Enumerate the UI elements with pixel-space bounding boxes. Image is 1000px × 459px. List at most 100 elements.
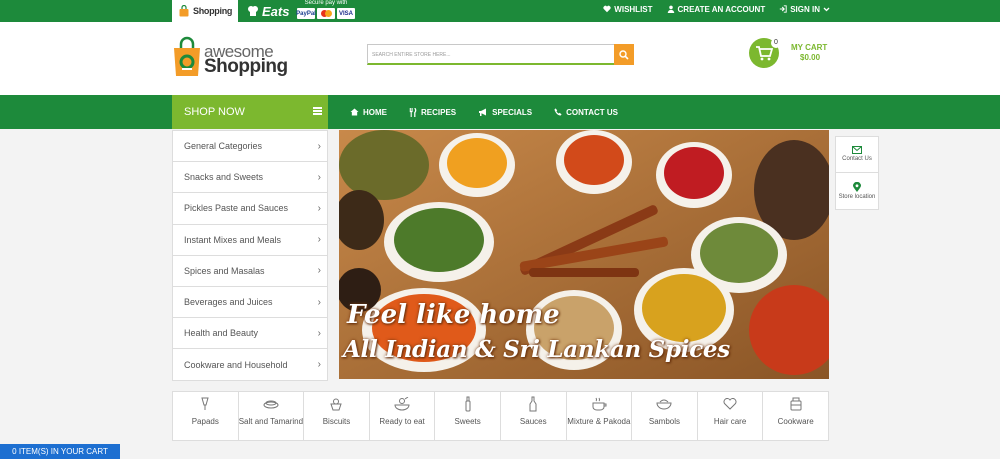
banner-subheadline: All Indian & Sri Lankan Spices <box>343 336 730 363</box>
chevron-right-icon: › <box>317 202 321 214</box>
category-item[interactable]: Health and Beauty › <box>173 318 327 350</box>
category-item[interactable]: Instant Mixes and Meals › <box>173 225 327 256</box>
category-label: Cookware and Household <box>184 359 288 370</box>
store-location-widget-label: Store location <box>838 193 876 200</box>
logo-text-shopping: Shopping <box>204 56 288 77</box>
tile-papads[interactable]: Papads <box>173 392 239 440</box>
heart-icon <box>603 5 611 13</box>
tile-sauces[interactable]: Sauces <box>501 392 567 440</box>
tab-eats[interactable]: Eats <box>246 0 289 22</box>
sweets-icon <box>465 396 471 412</box>
tab-shopping-label: Shopping <box>193 6 233 16</box>
tile-label: Sauces <box>519 417 547 426</box>
tile-label: Ready to eat <box>379 417 425 426</box>
secure-pay-text: Secure pay with <box>304 0 348 6</box>
chevron-right-icon: › <box>317 296 321 308</box>
chevron-right-icon: › <box>317 171 321 183</box>
chevron-right-icon: › <box>317 359 321 371</box>
tile-sambols[interactable]: Sambols <box>632 392 698 440</box>
wishlist-link[interactable]: WISHLIST <box>603 4 653 14</box>
contact-us-widget[interactable]: Contact Us <box>836 137 878 173</box>
mixture-icon <box>592 397 607 411</box>
page: Shopping Eats Secure pay with PayPal VIS… <box>0 0 1000 459</box>
tile-label: Sambols <box>648 417 681 426</box>
tile-mixture-pakoda[interactable]: Mixture & Pakoda <box>567 392 633 440</box>
shopping-bag-icon <box>179 5 189 17</box>
category-item[interactable]: Pickles Paste and Sauces › <box>173 193 327 225</box>
search-button[interactable] <box>614 44 634 65</box>
nav-recipes-label: RECIPES <box>421 107 457 117</box>
tile-label: Salt and Tamarind <box>238 417 304 426</box>
tab-eats-label: Eats <box>262 3 290 19</box>
phone-icon <box>554 108 562 116</box>
create-account-link[interactable]: CREATE AN ACCOUNT <box>667 4 766 14</box>
tile-sweets[interactable]: Sweets <box>435 392 501 440</box>
cookware-icon <box>790 397 802 411</box>
nav-home-label: HOME <box>363 107 387 117</box>
nav-home[interactable]: HOME <box>350 108 387 117</box>
nav-specials[interactable]: SPECIALS <box>478 108 532 117</box>
nav-contact-us[interactable]: CONTACT US <box>554 108 618 117</box>
category-sidebar: General Categories › Snacks and Sweets › P… <box>172 130 328 381</box>
hero-banner[interactable]: Feel like home All Indian & Sri Lankan S… <box>339 130 829 379</box>
contact-us-widget-label: Contact Us <box>842 156 872 162</box>
tab-shopping[interactable]: Shopping <box>172 0 238 22</box>
ready-meal-icon <box>394 397 410 411</box>
tile-label: Biscuits <box>322 417 351 426</box>
category-item[interactable]: General Categories › <box>173 131 327 163</box>
payment-cards: PayPal VISA <box>296 8 355 19</box>
mastercard-icon <box>317 8 335 19</box>
category-label: General Categories <box>184 141 263 152</box>
chevron-right-icon: › <box>317 265 321 277</box>
location-pin-icon <box>853 181 861 192</box>
biscuit-icon <box>330 398 343 411</box>
main-nav-bar: SHOP NOW HOME RECIPES SPECIALS CONTACT U… <box>0 95 1000 129</box>
store-location-widget[interactable]: Store location <box>836 173 878 209</box>
hair-care-icon <box>723 398 737 410</box>
sauce-bottle-icon <box>529 396 537 412</box>
tile-salt-tamarind[interactable]: Salt and Tamarind <box>239 392 305 440</box>
tile-label: Sweets <box>454 417 481 426</box>
main-nav: HOME RECIPES SPECIALS CONTACT US <box>350 95 618 129</box>
site-logo[interactable]: awesome Shopping <box>172 36 288 82</box>
visa-card: VISA <box>337 8 355 19</box>
category-label: Pickles Paste and Sauces <box>184 203 289 214</box>
mini-cart[interactable]: 0 MY CART $0.00 <box>749 38 839 70</box>
hamburger-icon <box>313 106 322 115</box>
search-box <box>367 44 634 65</box>
chevron-right-icon: › <box>317 234 321 246</box>
chef-icon <box>248 6 258 16</box>
tile-ready-to-eat[interactable]: Ready to eat <box>370 392 436 440</box>
cart-label: MY CART <box>791 43 828 52</box>
tile-biscuits[interactable]: Biscuits <box>304 392 370 440</box>
category-item[interactable]: Cookware and Household › <box>173 349 327 380</box>
top-bar: Shopping Eats Secure pay with PayPal VIS… <box>0 0 1000 22</box>
home-icon <box>350 108 359 116</box>
create-account-label: CREATE AN ACCOUNT <box>677 4 766 14</box>
secure-pay: Secure pay with PayPal VISA <box>295 0 357 22</box>
category-item[interactable]: Snacks and Sweets › <box>173 162 327 194</box>
tile-label: Papads <box>191 417 219 426</box>
chevron-down-icon <box>823 7 830 11</box>
tile-cookware[interactable]: Cookware <box>763 392 828 440</box>
category-item[interactable]: Spices and Masalas › <box>173 256 327 287</box>
category-label: Beverages and Juices <box>184 297 273 308</box>
category-item[interactable]: Beverages and Juices › <box>173 287 327 319</box>
shop-now-label: SHOP NOW <box>184 106 245 118</box>
cart-footer-bar[interactable]: 0 ITEM(S) IN YOUR CART <box>0 444 120 459</box>
nav-specials-label: SPECIALS <box>492 107 533 117</box>
search-input[interactable] <box>368 45 614 64</box>
nav-contact-us-label: CONTACT US <box>566 107 618 117</box>
logo-bag-icon <box>174 36 200 76</box>
tile-hair-care[interactable]: Hair care <box>698 392 764 440</box>
wishlist-label: WISHLIST <box>614 4 653 14</box>
tile-label: Mixture & Pakoda <box>567 417 631 426</box>
header: awesome Shopping 0 MY CART $0.00 <box>0 22 1000 95</box>
category-tiles: Papads Salt and Tamarind Biscuits Ready … <box>172 391 829 441</box>
cart-count: 0 <box>771 38 781 48</box>
papad-icon <box>201 397 209 410</box>
sign-in-link[interactable]: SIGN IN <box>779 5 830 14</box>
shop-now-button[interactable]: SHOP NOW <box>172 95 328 129</box>
category-label: Instant Mixes and Meals <box>184 234 282 245</box>
nav-recipes[interactable]: RECIPES <box>409 107 457 117</box>
